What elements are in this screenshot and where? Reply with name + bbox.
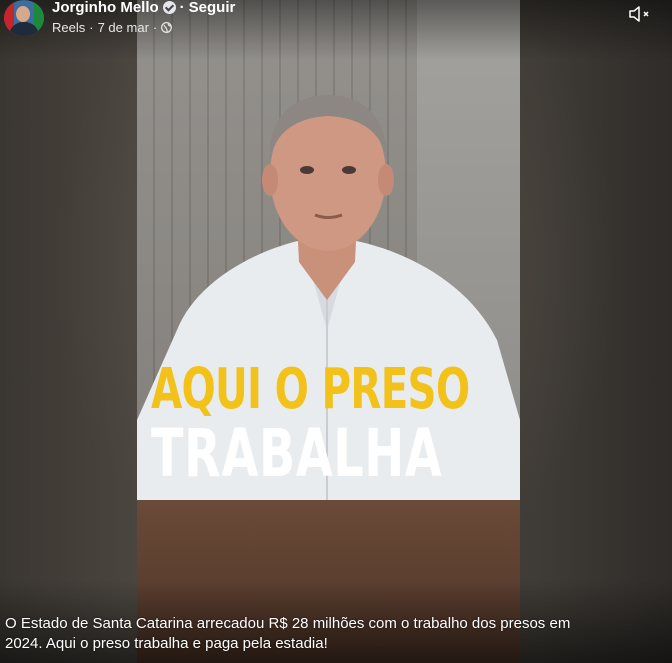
verified-icon xyxy=(162,1,176,14)
author-name[interactable]: Jorginho Mello xyxy=(52,0,159,15)
separator-dot-2: · xyxy=(89,20,94,35)
post-category[interactable]: Reels xyxy=(52,20,85,35)
video-frame[interactable]: AQUI O PRESO TRABALHA xyxy=(137,0,520,663)
post-meta: Jorginho Mello · Seguir Reels · 7 de mar… xyxy=(52,0,235,35)
author-row: Jorginho Mello · Seguir xyxy=(52,0,235,15)
separator-dot-3: · xyxy=(152,20,158,35)
video-headline: AQUI O PRESO TRABALHA xyxy=(151,360,511,488)
post-caption: O Estado de Santa Catarina arrecadou R$ … xyxy=(5,615,571,652)
speaker-muted-icon[interactable] xyxy=(628,5,652,23)
post-date[interactable]: 7 de mar xyxy=(98,20,149,35)
separator-dot: · xyxy=(179,0,185,16)
avatar[interactable] xyxy=(4,0,44,36)
post-subline: Reels · 7 de mar · xyxy=(52,20,235,35)
follow-button[interactable]: Seguir xyxy=(189,0,236,15)
reel-viewer: AQUI O PRESO TRABALHA Jorginho Mello · S… xyxy=(0,0,672,663)
headline-line-2: TRABALHA xyxy=(151,415,443,492)
post-header: Jorginho Mello · Seguir Reels · 7 de mar… xyxy=(4,0,235,40)
globe-icon xyxy=(161,22,173,33)
headline-line-1: AQUI O PRESO xyxy=(151,357,470,422)
avatar-face xyxy=(16,6,30,22)
